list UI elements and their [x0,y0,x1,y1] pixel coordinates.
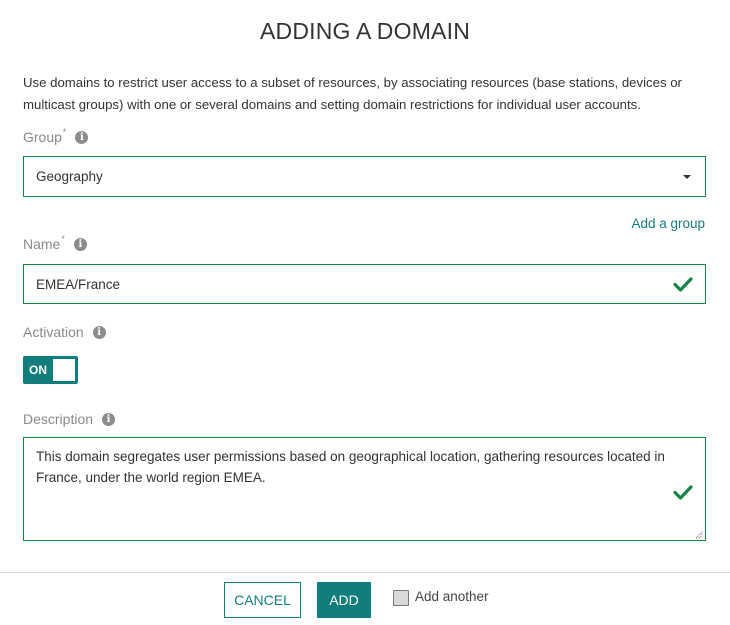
activation-label: Activation i [23,324,106,340]
description-textarea[interactable]: This domain segregates user permissions … [23,437,706,541]
info-icon[interactable]: i [102,412,116,426]
required-asterisk: * [62,127,67,137]
activation-toggle[interactable]: ON [23,356,78,384]
toggle-state-label: ON [29,363,47,377]
toggle-knob [53,359,75,381]
required-asterisk: * [61,234,65,244]
name-label: Name * i [23,234,87,252]
name-label-text: Name [23,236,61,252]
checkmark-icon [673,277,693,292]
checkmark-icon [673,485,693,500]
add-group-link[interactable]: Add a group [631,216,705,231]
group-label-text: Group [23,129,62,145]
info-icon[interactable]: i [73,237,87,251]
add-button[interactable]: ADD [317,582,371,618]
footer-divider [0,572,730,573]
add-another-checkbox[interactable] [393,590,409,606]
name-input[interactable]: EMEA/France [23,264,706,304]
intro-text: Use domains to restrict user access to a… [23,75,682,112]
group-select-value: Geography [36,169,103,184]
add-another-label: Add another [415,588,489,604]
description-text: This domain segregates user permissions … [36,449,665,485]
description-label-text: Description [23,411,94,427]
activation-label-text: Activation [23,324,84,340]
resize-grip-icon[interactable] [695,530,704,539]
info-icon[interactable]: i [75,130,89,144]
dialog-title: ADDING A DOMAIN [259,18,471,44]
add-another-option[interactable]: Add another [393,588,489,606]
group-label: Group * i [23,127,89,145]
group-select[interactable]: Geography [23,156,706,197]
description-label: Description i [23,411,116,427]
name-input-value: EMEA/France [36,277,121,292]
caret-down-icon [683,175,691,179]
info-icon[interactable]: i [92,325,106,339]
cancel-button[interactable]: CANCEL [224,582,301,618]
